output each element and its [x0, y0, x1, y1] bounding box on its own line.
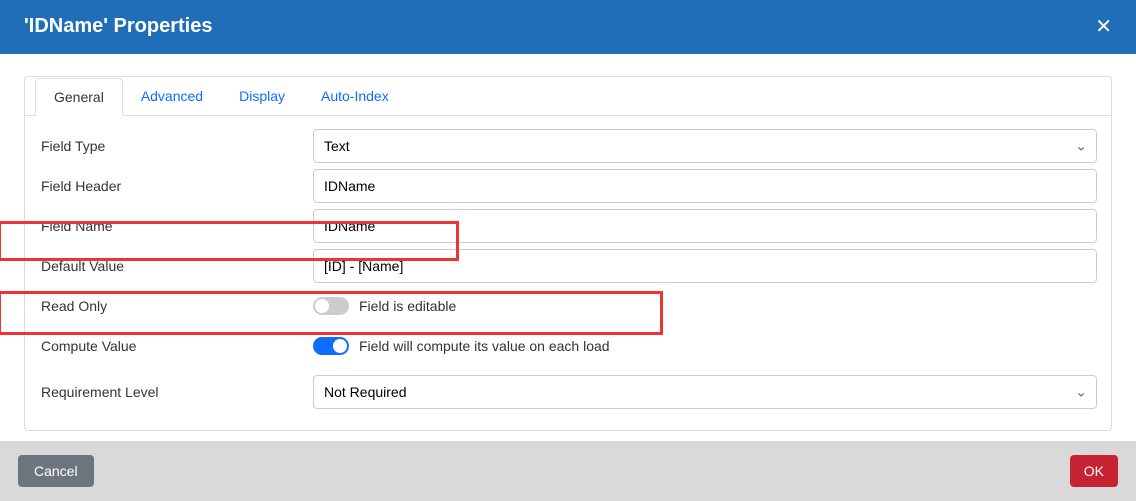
tab-strip: General Advanced Display Auto-Index: [25, 77, 1111, 116]
dialog-footer: Cancel OK: [0, 441, 1136, 501]
label-default-value: Default Value: [39, 258, 313, 274]
tab-display[interactable]: Display: [221, 78, 303, 116]
dialog-header: 'IDName' Properties ✕: [0, 0, 1136, 54]
row-field-header: Field Header: [39, 166, 1097, 206]
dialog-body: General Advanced Display Auto-Index Fiel…: [0, 54, 1136, 441]
label-field-name: Field Name: [39, 218, 313, 234]
cancel-button[interactable]: Cancel: [18, 455, 94, 487]
label-field-header: Field Header: [39, 178, 313, 194]
read-only-toggle[interactable]: [313, 297, 349, 315]
field-type-select-wrap: ⌄: [313, 129, 1097, 163]
compute-value-toggle[interactable]: [313, 337, 349, 355]
default-value-input[interactable]: [313, 249, 1097, 283]
label-requirement-level: Requirement Level: [39, 384, 313, 400]
ok-button[interactable]: OK: [1070, 455, 1118, 487]
requirement-level-select[interactable]: [313, 375, 1097, 409]
row-field-name: Field Name: [39, 206, 1097, 246]
label-field-type: Field Type: [39, 138, 313, 154]
tab-advanced[interactable]: Advanced: [123, 78, 221, 116]
row-field-type: Field Type ⌄: [39, 126, 1097, 166]
field-header-input[interactable]: [313, 169, 1097, 203]
read-only-text: Field is editable: [359, 298, 456, 314]
dialog-title: 'IDName' Properties: [24, 15, 212, 38]
tab-general[interactable]: General: [35, 78, 123, 116]
row-compute-value: Compute Value Field will compute its val…: [39, 326, 1097, 366]
compute-value-text: Field will compute its value on each loa…: [359, 338, 610, 354]
row-requirement-level: Requirement Level ⌄: [39, 372, 1097, 412]
tab-auto-index[interactable]: Auto-Index: [303, 78, 407, 116]
row-read-only: Read Only Field is editable: [39, 286, 1097, 326]
field-name-input[interactable]: [313, 209, 1097, 243]
form-panel: General Advanced Display Auto-Index Fiel…: [24, 76, 1112, 431]
close-icon[interactable]: ✕: [1095, 14, 1112, 39]
form-area: Field Type ⌄ Field Header Fiel: [25, 116, 1111, 430]
field-type-select[interactable]: [313, 129, 1097, 163]
row-default-value: Default Value: [39, 246, 1097, 286]
label-read-only: Read Only: [39, 298, 313, 314]
requirement-level-select-wrap: ⌄: [313, 375, 1097, 409]
label-compute-value: Compute Value: [39, 338, 313, 354]
properties-dialog: 'IDName' Properties ✕ General Advanced D…: [0, 0, 1136, 501]
